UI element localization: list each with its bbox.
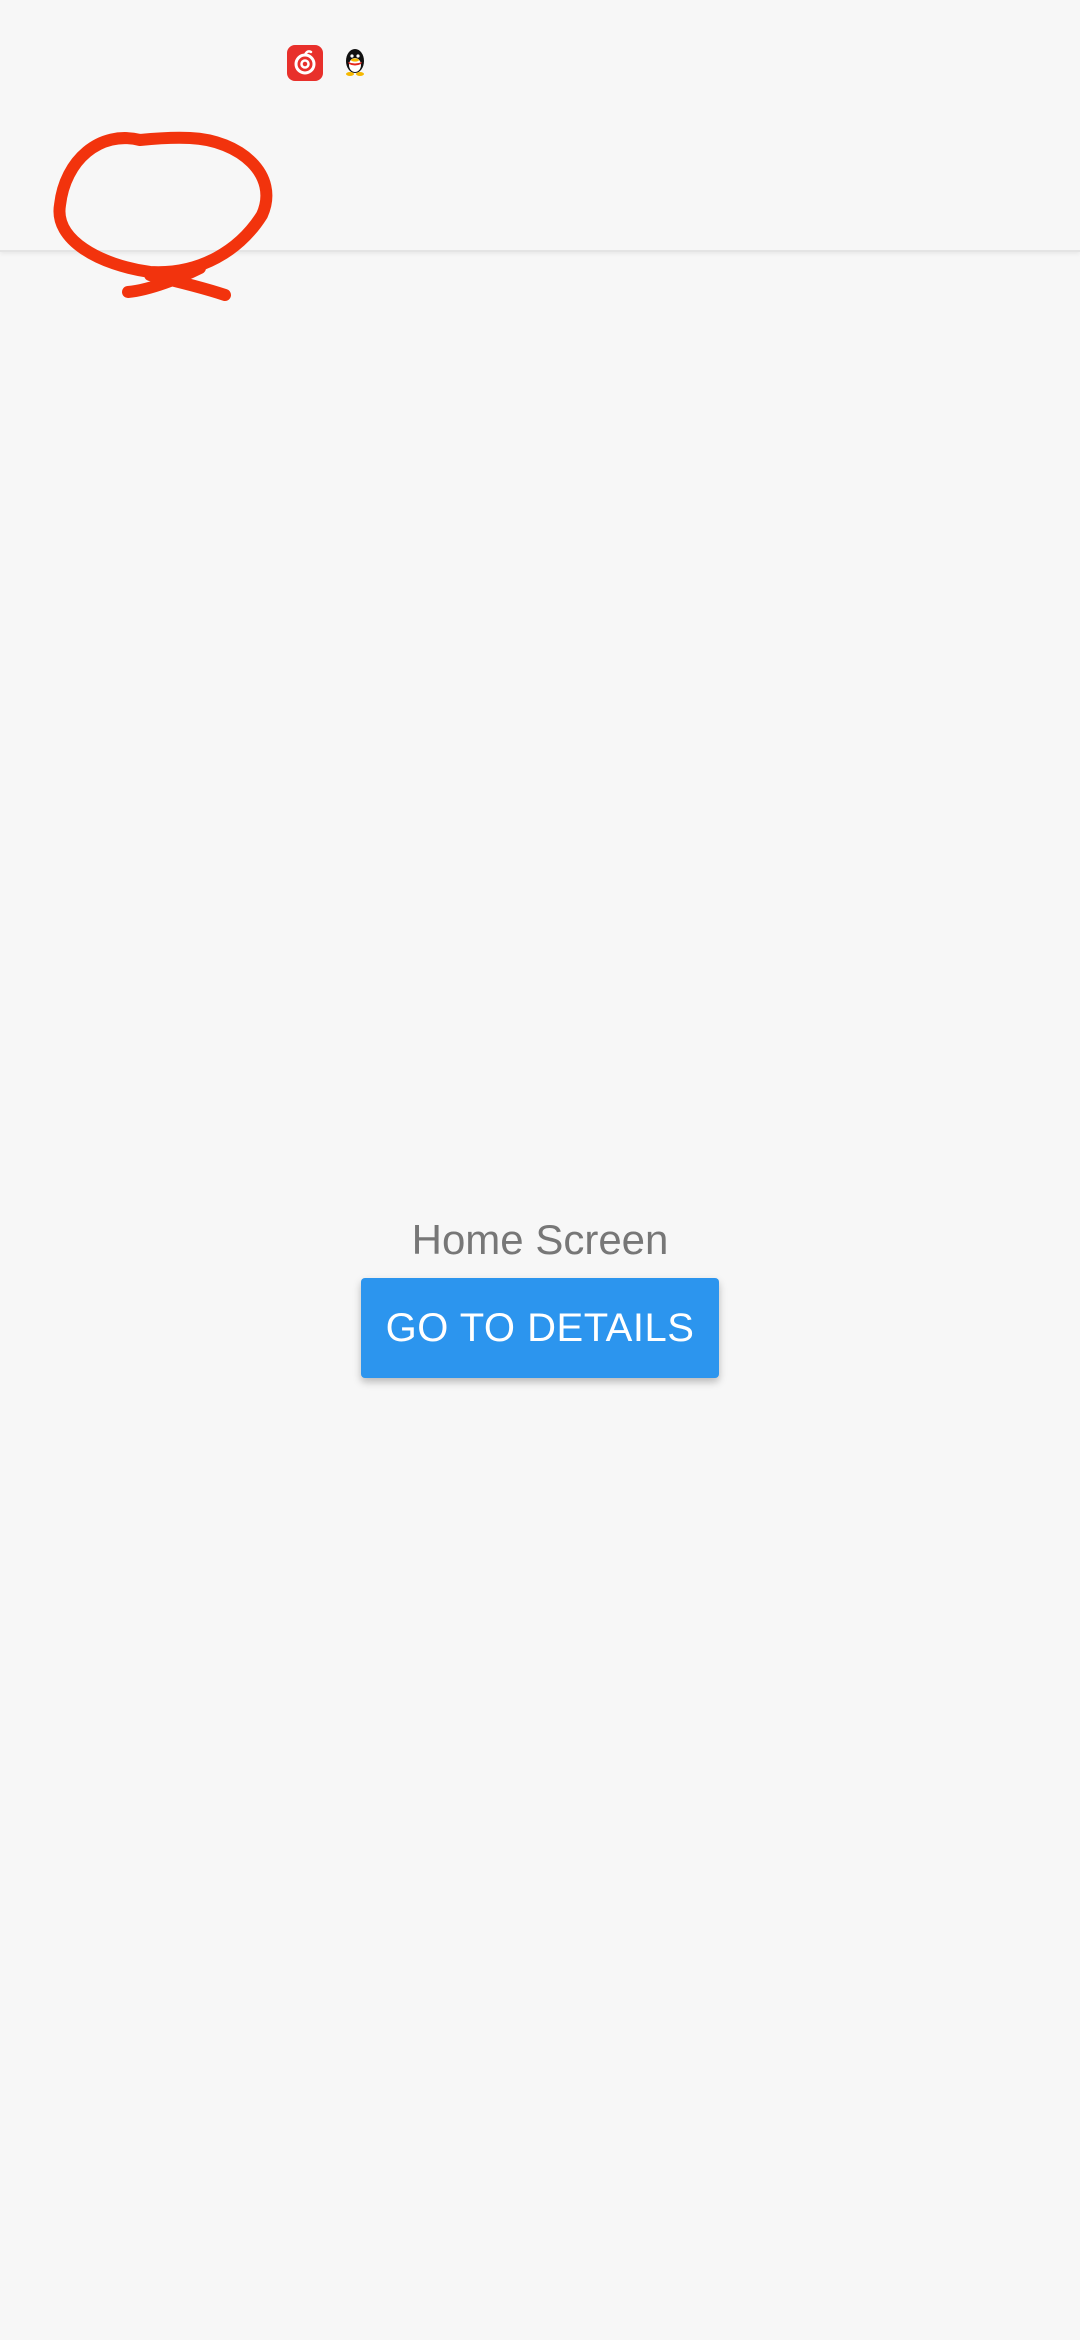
home-content: Home Screen GO TO DETAILS [0,1210,1080,1378]
qq-penguin-icon [337,44,373,80]
status-bar [0,0,1080,96]
go-to-details-button[interactable]: GO TO DETAILS [361,1278,719,1378]
screen: Home Screen GO TO DETAILS [0,0,1080,2340]
home-screen-title: Home Screen [411,1216,669,1263]
netease-music-icon [287,45,323,81]
